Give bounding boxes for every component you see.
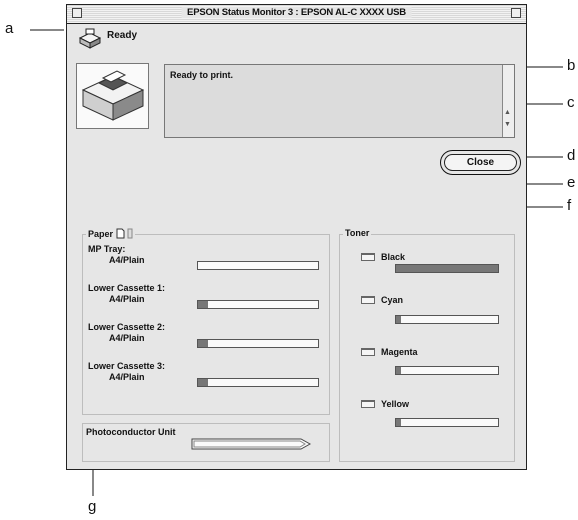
toner-cartridge-icon: [361, 253, 375, 261]
tray-level-bar: [197, 300, 319, 309]
toner-level-fill: [396, 419, 402, 426]
toner-level-bar: [395, 366, 499, 375]
toner-color-name: Cyan: [381, 295, 404, 305]
status-message-box: Ready to print. ▲ ▼: [164, 64, 515, 138]
toner-color-name: Magenta: [381, 347, 418, 357]
status-monitor-window: EPSON Status Monitor 3 : EPSON AL-C XXXX…: [66, 4, 527, 470]
printer-image: [76, 63, 149, 129]
tray-media: A4/Plain: [109, 372, 145, 382]
callout-f: f: [567, 197, 572, 214]
tray-name: Lower Cassette 2:: [88, 322, 166, 332]
message-scrollbar[interactable]: ▲ ▼: [502, 65, 514, 137]
toner-level-bar: [395, 315, 499, 324]
tray-media: A4/Plain: [109, 255, 145, 265]
title-bar[interactable]: EPSON Status Monitor 3 : EPSON AL-C XXXX…: [67, 5, 526, 24]
callout-e: e: [567, 174, 576, 191]
tray-level-fill: [198, 379, 208, 386]
tray-level-bar: [197, 378, 319, 387]
toner-cartridge-icon: [361, 400, 375, 408]
close-button-frame: Close: [440, 150, 521, 175]
tray-media: A4/Plain: [109, 294, 145, 304]
toner-level-fill: [396, 367, 402, 374]
toner-level-fill: [396, 316, 402, 323]
tray-name: Lower Cassette 1:: [88, 283, 166, 293]
toner-color-name: Black: [381, 252, 406, 262]
photoconductor-group: Photoconductor Unit: [82, 423, 330, 462]
status-message: Ready to print.: [170, 70, 234, 80]
window-close-box[interactable]: [72, 8, 82, 18]
scroll-up-arrow-icon[interactable]: ▲: [504, 109, 511, 117]
toner-cartridge-icon: [361, 348, 375, 356]
tray-level-bar: [197, 339, 319, 348]
callout-b: b: [567, 57, 576, 74]
tray-name: Lower Cassette 3:: [88, 361, 166, 371]
callout-d: d: [567, 147, 576, 164]
tray-name: MP Tray:: [88, 244, 126, 254]
toner-group-label: Toner: [343, 228, 372, 238]
toner-cartridge-icon: [361, 296, 375, 304]
toner-group: Toner Black Cyan Magenta Yellow: [339, 228, 515, 462]
paper-group: Paper MP Tray: A4/Plain Lower Cassette 1…: [82, 228, 330, 415]
tray-level-fill: [198, 301, 208, 308]
callout-c: c: [567, 94, 575, 111]
close-button[interactable]: Close: [444, 154, 517, 171]
window-title: EPSON Status Monitor 3 : EPSON AL-C XXXX…: [181, 7, 412, 18]
paper-divider-icon: [127, 228, 133, 239]
toner-level-bar: [395, 418, 499, 427]
tray-level-fill: [198, 340, 208, 347]
toner-level-fill: [396, 265, 498, 272]
toner-level-bar: [395, 264, 499, 273]
toner-color-name: Yellow: [381, 399, 410, 409]
paper-group-label: Paper: [88, 229, 114, 239]
tray-media: A4/Plain: [109, 333, 145, 343]
callout-g: g: [88, 498, 97, 515]
paper-group-header: Paper: [86, 228, 136, 239]
callout-a: a: [5, 20, 14, 37]
window-zoom-box[interactable]: [511, 8, 521, 18]
photoconductor-level-bar: [191, 438, 311, 450]
paper-sheet-icon: [116, 228, 125, 239]
scroll-down-arrow-icon[interactable]: ▼: [504, 121, 511, 129]
status-label: Ready: [107, 30, 138, 41]
tray-level-bar: [197, 261, 319, 270]
printer-icon: [81, 70, 145, 121]
printer-status-icon: [78, 28, 102, 49]
photoconductor-label: Photoconductor Unit: [86, 427, 176, 437]
